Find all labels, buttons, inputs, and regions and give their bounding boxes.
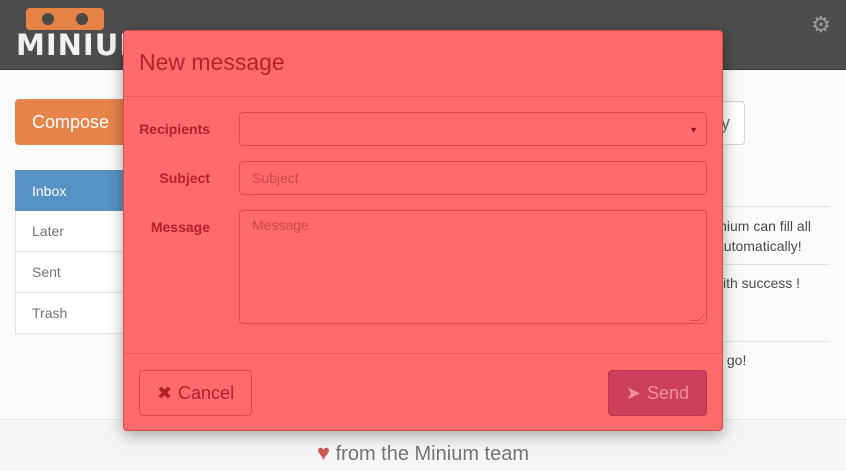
recipients-select[interactable]: ▼ — [239, 112, 707, 146]
message-textarea[interactable] — [239, 210, 707, 324]
paper-plane-icon: ➤ — [625, 382, 642, 403]
subject-label: Subject — [159, 170, 210, 186]
modal-title: New message — [139, 49, 285, 75]
send-button[interactable]: ➤ Send — [608, 370, 707, 416]
recipients-label: Recipients — [139, 121, 210, 137]
cancel-button[interactable]: ✖ Cancel — [139, 370, 252, 416]
new-message-modal: New message Recipients ▼ Subject Message… — [123, 30, 723, 431]
chevron-down-icon: ▼ — [689, 125, 698, 135]
send-label: Send — [647, 382, 690, 403]
modal-body: Recipients ▼ Subject Message — [124, 97, 722, 354]
modal-header: New message — [124, 31, 722, 97]
cancel-label: Cancel — [178, 382, 235, 403]
message-label: Message — [150, 219, 210, 235]
close-icon: ✖ — [156, 382, 173, 403]
subject-input[interactable] — [239, 161, 707, 195]
